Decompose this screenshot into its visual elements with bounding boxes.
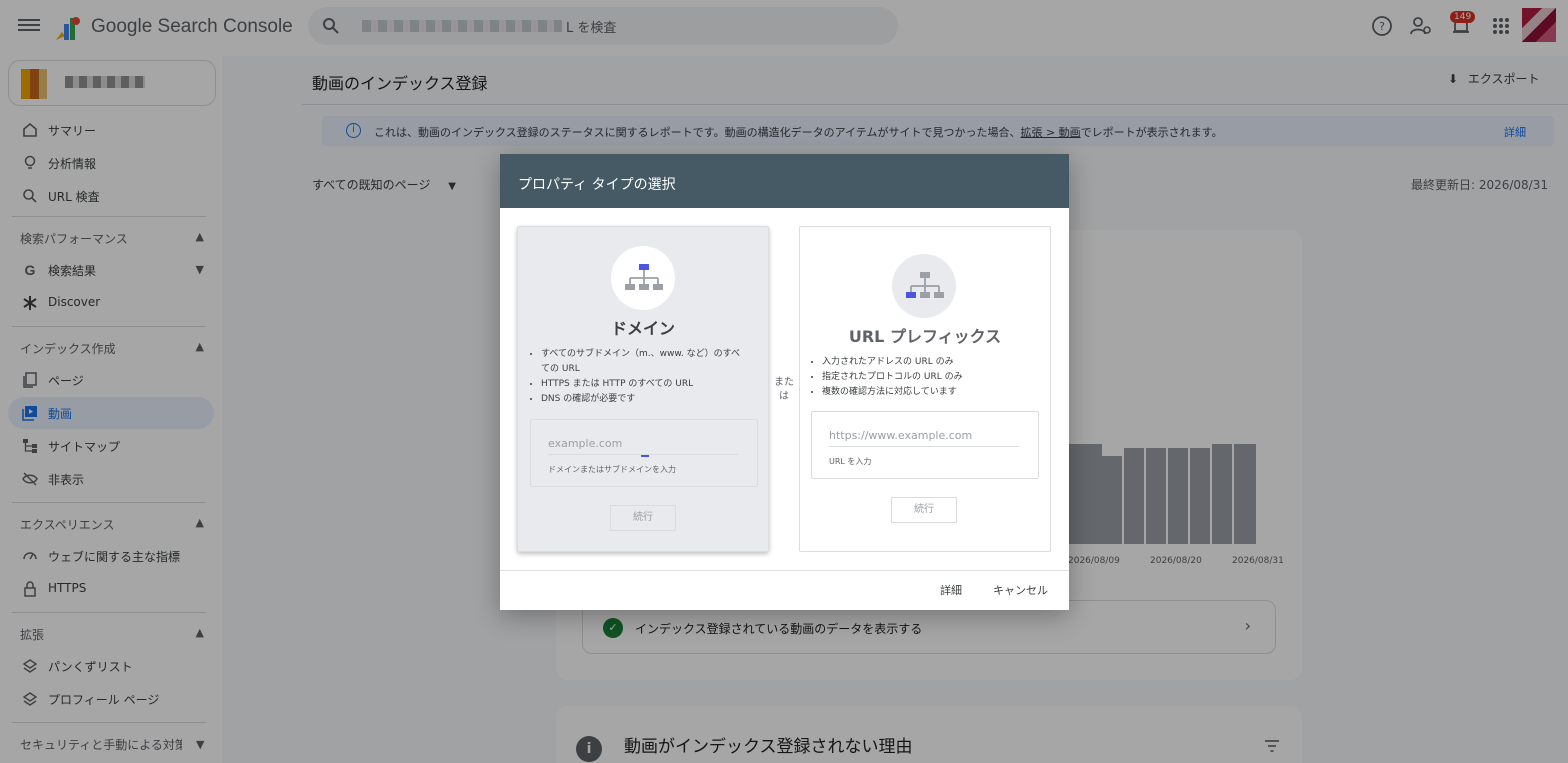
feature-item: DNS の確認が必要です xyxy=(541,392,746,407)
domain-option-card[interactable]: ドメイン すべてのサブドメイン（m.、www. など）のすべての URL HTT… xyxy=(517,226,769,552)
learn-more-button[interactable]: 詳細 xyxy=(940,582,962,598)
dialog-title: プロパティ タイプの選択 xyxy=(518,177,676,193)
domain-input-hint: ドメインまたはサブドメインを入力 xyxy=(548,465,676,474)
domain-title: ドメイン xyxy=(610,319,675,338)
url-prefix-continue-button[interactable]: 続行 xyxy=(891,497,957,523)
sitemap-icon xyxy=(625,264,663,290)
dialog-header: プロパティ タイプの選択 xyxy=(500,154,1069,208)
input-focus-indicator xyxy=(641,455,649,457)
domain-input-box: ドメインまたはサブドメインを入力 xyxy=(530,419,758,487)
url-prefix-input[interactable] xyxy=(829,429,1019,447)
or-separator: または xyxy=(774,377,794,402)
prefix-icon-circle xyxy=(892,254,956,318)
cancel-button[interactable]: キャンセル xyxy=(993,582,1048,598)
url-prefix-title: URL プレフィックス xyxy=(848,327,1002,346)
domain-features: すべてのサブドメイン（m.、www. など）のすべての URL HTTPS また… xyxy=(541,347,746,407)
feature-item: HTTPS または HTTP のすべての URL xyxy=(541,377,746,392)
feature-item: 指定されたプロトコルの URL のみ xyxy=(822,370,1027,385)
dialog-footer-divider xyxy=(500,570,1069,571)
url-prefix-input-hint: URL を入力 xyxy=(829,457,872,466)
property-type-dialog: プロパティ タイプの選択 ドメイン すべてのサブドメイン（m.、www. など）… xyxy=(500,154,1069,610)
feature-item: 複数の確認方法に対応しています xyxy=(822,385,1027,400)
url-prefix-input-box: URL を入力 xyxy=(811,411,1039,479)
feature-item: すべてのサブドメイン（m.、www. など）のすべての URL xyxy=(541,347,746,377)
domain-input[interactable] xyxy=(548,437,738,455)
domain-icon-circle xyxy=(611,246,675,310)
url-prefix-features: 入力されたアドレスの URL のみ 指定されたプロトコルの URL のみ 複数の… xyxy=(822,355,1027,400)
sitemap-icon xyxy=(906,272,944,298)
domain-continue-button[interactable]: 続行 xyxy=(610,505,676,531)
feature-item: 入力されたアドレスの URL のみ xyxy=(822,355,1027,370)
url-prefix-option-card[interactable]: URL プレフィックス 入力されたアドレスの URL のみ 指定されたプロトコル… xyxy=(799,226,1051,552)
